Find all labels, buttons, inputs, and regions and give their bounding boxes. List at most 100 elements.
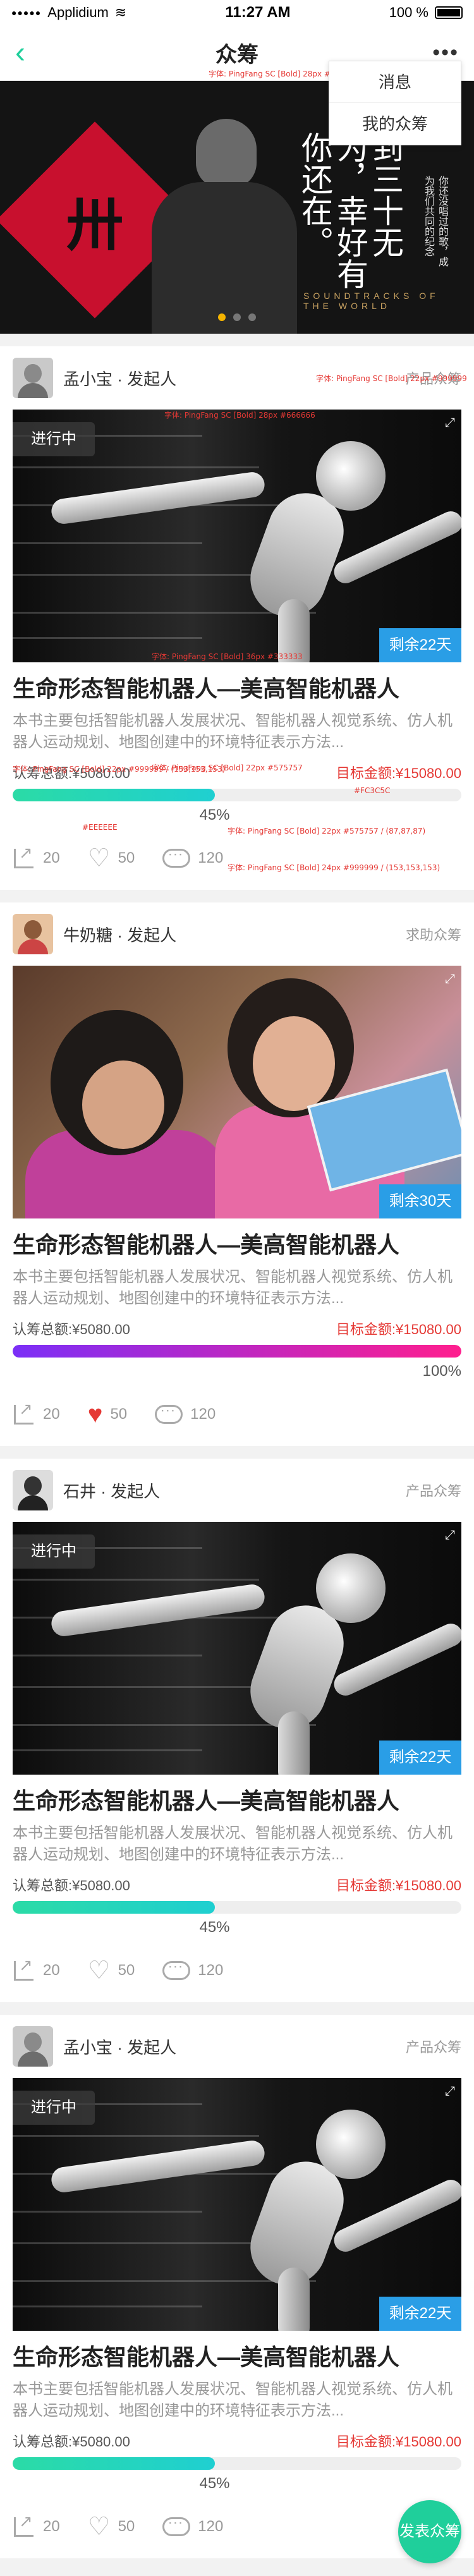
comment-icon bbox=[162, 846, 191, 868]
comment-icon bbox=[155, 1402, 183, 1424]
funding-amounts: 认筹总额:¥5080.00 目标金额:¥15080.00 bbox=[13, 762, 461, 782]
days-left-badge: 剩余22天 bbox=[379, 628, 461, 662]
heart-icon: ♡ bbox=[87, 844, 111, 872]
project-card[interactable]: 孟小宝 · 发起人 产品众筹 进行中 ⤢ 剩余22天 生命形态智能机器人—美高智… bbox=[0, 346, 474, 890]
project-title[interactable]: 生命形态智能机器人—美高智能机器人 bbox=[13, 675, 461, 703]
chevron-left-icon[interactable]: ‹ bbox=[15, 37, 53, 68]
project-title[interactable]: 生命形态智能机器人—美高智能机器人 bbox=[13, 2343, 461, 2371]
funding-amounts: 认筹总额:¥5080.00 目标金额:¥15080.00 bbox=[13, 1318, 461, 1339]
comment-count: 120 bbox=[198, 1962, 224, 1979]
share-icon bbox=[13, 1955, 35, 1982]
raised-amount: 认筹总额:¥5080.00 bbox=[13, 1878, 130, 1893]
progress-fill bbox=[13, 1345, 461, 1358]
progress-percent-label: 45% bbox=[199, 1919, 230, 1936]
page-title: 众筹 bbox=[216, 43, 258, 67]
card-actions: 20 ♡ 50 120 bbox=[13, 827, 461, 890]
initiator-name[interactable]: 牛奶糖 · 发起人 bbox=[63, 923, 176, 946]
share-button[interactable]: 20 bbox=[13, 843, 60, 870]
comment-button[interactable]: 120 bbox=[162, 846, 223, 868]
project-card[interactable]: 牛奶糖 · 发起人 求助众筹 ⤢ 剩余30天 生命形态智能机器人—美高智能机器人… bbox=[0, 902, 474, 1446]
comment-button[interactable]: 120 bbox=[155, 1402, 216, 1424]
menu-item-my-crowdfunding[interactable]: 我的众筹 bbox=[329, 103, 461, 145]
comment-count: 120 bbox=[198, 2518, 224, 2535]
category-label: 求助众筹 bbox=[405, 927, 461, 943]
expand-icon: ⤢ bbox=[445, 972, 455, 986]
category-label: 产品众筹 bbox=[405, 371, 461, 387]
project-cover-image[interactable]: 进行中 ⤢ 剩余22天 bbox=[13, 1522, 461, 1775]
pager-dot[interactable] bbox=[218, 313, 226, 321]
project-title[interactable]: 生命形态智能机器人—美高智能机器人 bbox=[13, 1231, 461, 1259]
project-cover-image[interactable]: 进行中 ⤢ 剩余22天 bbox=[13, 2078, 461, 2331]
project-list: 孟小宝 · 发起人 产品众筹 进行中 ⤢ 剩余22天 生命形态智能机器人—美高智… bbox=[0, 346, 474, 2558]
project-title[interactable]: 生命形态智能机器人—美高智能机器人 bbox=[13, 1787, 461, 1815]
like-count: 50 bbox=[110, 1406, 128, 1423]
progress-percent: 100% bbox=[13, 1363, 461, 1383]
avatar[interactable] bbox=[13, 1470, 53, 1510]
share-button[interactable]: 20 bbox=[13, 1955, 60, 1982]
funding-amounts: 认筹总额:¥5080.00 目标金额:¥15080.00 bbox=[13, 1874, 461, 1895]
category-label: 产品众筹 bbox=[405, 1483, 461, 1499]
progress-percent-label: 45% bbox=[199, 2475, 230, 2492]
banner-person bbox=[152, 106, 297, 334]
project-description: 本书主要包括智能机器人发展状况、智能机器人视觉系统、仿人机器人运动规划、地图创建… bbox=[13, 712, 453, 751]
menu-item-messages[interactable]: 消息 bbox=[329, 61, 461, 103]
share-button[interactable]: 20 bbox=[13, 2512, 60, 2538]
share-icon bbox=[13, 1399, 35, 1426]
days-left-badge: 剩余30天 bbox=[379, 1184, 461, 1218]
initiator-name[interactable]: 孟小宝 · 发起人 bbox=[63, 367, 176, 390]
project-card[interactable]: 石井 · 发起人 产品众筹 进行中 ⤢ 剩余22天 生命形态智能机器人—美高智能… bbox=[0, 1459, 474, 2002]
avatar[interactable] bbox=[13, 2026, 53, 2067]
heart-icon: ♡ bbox=[87, 2513, 111, 2541]
wifi-icon: ≋ bbox=[114, 4, 127, 20]
project-cover-image[interactable]: ⤢ 剩余30天 bbox=[13, 966, 461, 1218]
card-header: 石井 · 发起人 产品众筹 bbox=[13, 1459, 461, 1522]
card-actions: 20 ♥ 50 120 bbox=[13, 1383, 461, 1446]
funding-amounts: 认筹总额:¥5080.00 目标金额:¥15080.00 bbox=[13, 2431, 461, 2451]
target-amount: 目标金额:¥15080.00 bbox=[336, 1321, 461, 1337]
expand-icon: ⤢ bbox=[445, 2084, 455, 2098]
days-left-badge: 剩余22天 bbox=[379, 1741, 461, 1775]
progress-bar bbox=[13, 789, 461, 801]
initiator-name[interactable]: 石井 · 发起人 bbox=[63, 1479, 160, 1502]
status-badge: 进行中 bbox=[13, 1534, 95, 1569]
project-card[interactable]: 孟小宝 · 发起人 产品众筹 进行中 ⤢ 剩余22天 生命形态智能机器人—美高智… bbox=[0, 2015, 474, 2558]
like-button[interactable]: ♡ 50 bbox=[88, 2514, 135, 2539]
comment-button[interactable]: 120 bbox=[162, 2514, 224, 2536]
like-count: 50 bbox=[118, 849, 135, 866]
share-count: 20 bbox=[43, 849, 60, 866]
avatar[interactable] bbox=[13, 358, 53, 398]
progress-fill bbox=[13, 789, 215, 801]
share-button[interactable]: 20 bbox=[13, 1399, 60, 1426]
progress-bar bbox=[13, 1901, 461, 1914]
avatar[interactable] bbox=[13, 914, 53, 954]
progress-percent: 45% bbox=[13, 2475, 461, 2495]
card-actions: 20 ♡ 50 120 bbox=[13, 2495, 461, 2558]
share-icon bbox=[13, 2512, 35, 2538]
raised-amount: 认筹总额:¥5080.00 bbox=[13, 2434, 130, 2450]
status-badge: 进行中 bbox=[13, 422, 95, 456]
battery-icon bbox=[434, 6, 463, 19]
project-cover-image[interactable]: 进行中 ⤢ 剩余22天 bbox=[13, 410, 461, 662]
raised-amount: 认筹总额:¥5080.00 bbox=[13, 1321, 130, 1337]
initiator-name[interactable]: 孟小宝 · 发起人 bbox=[63, 2035, 176, 2058]
project-description: 本书主要包括智能机器人发展状况、智能机器人视觉系统、仿人机器人运动规划、地图创建… bbox=[13, 1825, 453, 1863]
target-amount: 目标金额:¥15080.00 bbox=[336, 765, 461, 781]
card-header: 孟小宝 · 发起人 产品众筹 bbox=[13, 346, 461, 410]
like-button[interactable]: ♡ 50 bbox=[88, 1958, 135, 1983]
pager-dot[interactable] bbox=[233, 313, 241, 321]
progress-fill bbox=[13, 1901, 215, 1914]
card-header: 牛奶糖 · 发起人 求助众筹 bbox=[13, 902, 461, 966]
banner-slogan: 到三十无为，幸好有你还在。 bbox=[296, 131, 404, 289]
progress-percent-label: 45% bbox=[199, 806, 230, 823]
share-icon bbox=[13, 843, 35, 870]
signal-icon: ●●●●● bbox=[11, 8, 42, 18]
banner-caption: SOUNDTRACKS OF THE WORLD bbox=[303, 291, 439, 311]
target-amount: 目标金额:¥15080.00 bbox=[336, 2434, 461, 2450]
like-button[interactable]: ♡ 50 bbox=[88, 846, 135, 871]
like-button[interactable]: ♥ 50 bbox=[88, 1402, 127, 1427]
pager-dot[interactable] bbox=[248, 313, 256, 321]
heart-icon: ♡ bbox=[87, 1957, 111, 1984]
card-header: 孟小宝 · 发起人 产品众筹 bbox=[13, 2015, 461, 2078]
comment-button[interactable]: 120 bbox=[162, 1958, 224, 1980]
publish-crowdfunding-button[interactable]: 发表众筹 bbox=[398, 2500, 461, 2563]
